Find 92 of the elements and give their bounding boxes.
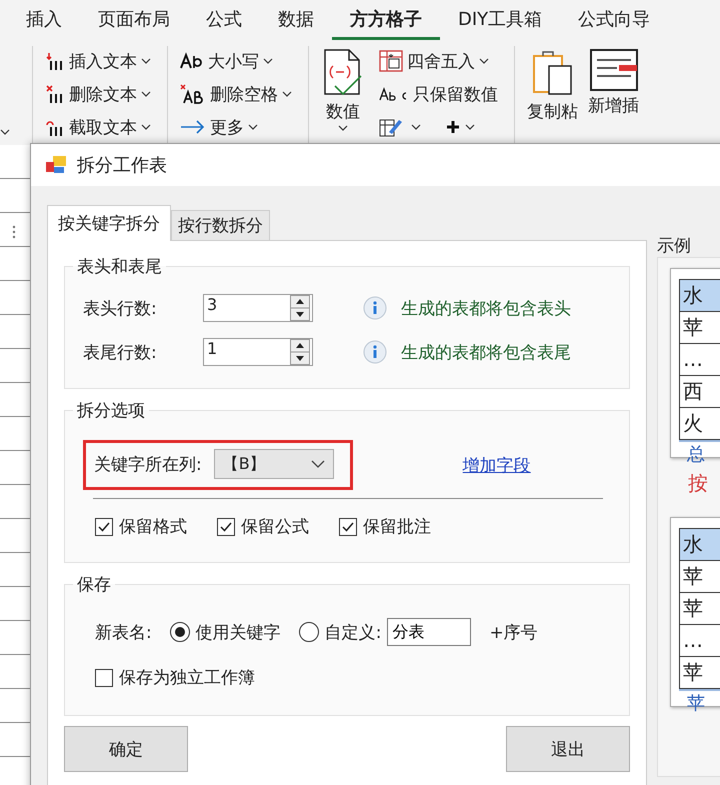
caret-icon	[248, 124, 258, 130]
letters-icon	[379, 87, 409, 101]
suffix-label: +序号	[489, 622, 538, 644]
checkbox[interactable]	[95, 518, 113, 536]
ribbon-tab[interactable]: 公式向导	[560, 0, 668, 40]
caret-icon	[263, 58, 273, 64]
ribbon-tab[interactable]: 公式	[188, 0, 260, 40]
check-mark-icon	[341, 520, 355, 534]
form-icon	[588, 48, 638, 92]
ribbon-button[interactable]: 新增插	[586, 46, 641, 145]
group-title: 表头和表尾	[76, 256, 163, 278]
ribbon-button[interactable]: 复制粘	[525, 46, 580, 145]
caret-icon	[282, 91, 292, 97]
ribbon-button[interactable]: 大小写	[178, 46, 294, 76]
ribbon-button[interactable]: 截取文本	[43, 112, 153, 142]
number-spinner[interactable]: 1	[203, 338, 313, 366]
ribbon-tab[interactable]: 方方格子	[332, 0, 440, 40]
ribbon-button[interactable]: 删除文本	[43, 79, 153, 109]
ribbon-button[interactable]: 删除空格	[178, 79, 294, 109]
checkbox[interactable]	[95, 668, 113, 686]
app-icon	[45, 155, 67, 175]
caret-icon	[479, 58, 489, 64]
caret-icon	[141, 91, 151, 97]
table-cell: 水	[679, 528, 720, 560]
table-cell: 苹	[679, 656, 720, 689]
dialog-button[interactable]: 退出	[506, 726, 630, 772]
caret-icon	[141, 124, 151, 130]
input-field[interactable]: 分表	[387, 618, 472, 646]
radio-button[interactable]	[298, 622, 319, 642]
table-cell: 火	[679, 407, 720, 440]
number-spinner[interactable]: 3	[203, 294, 313, 322]
field-label: 关键字所在列:	[94, 454, 202, 476]
caret-icon	[411, 124, 421, 130]
table-cell: …	[679, 343, 720, 375]
dialog-title: 拆分工作表	[77, 154, 167, 177]
radio-button[interactable]	[170, 622, 190, 642]
ribbon-tab[interactable]: 插入	[8, 0, 80, 40]
hint-text: 生成的表都将包含表尾	[401, 342, 571, 364]
field-label: 表尾行数:	[83, 342, 158, 364]
caption-text: 按	[688, 470, 709, 497]
checkbox[interactable]	[217, 518, 235, 536]
check-mark-icon	[97, 520, 111, 534]
ribbon-button[interactable]: 插入文本	[43, 46, 153, 76]
checkbox-option[interactable]: 保存为独立工作簿	[83, 658, 615, 701]
info-icon	[363, 340, 387, 364]
spinner-arrows-icon[interactable]	[290, 295, 310, 321]
group-title: 拆分选项	[76, 400, 146, 422]
checkbox-option[interactable]: 保留批注	[339, 515, 431, 538]
check-mark-icon	[219, 520, 233, 534]
plus-icon	[445, 119, 461, 135]
ribbon-tab[interactable]: 页面布局	[80, 0, 188, 40]
ribbon-tab[interactable]: DIY工具箱	[440, 0, 560, 40]
info-icon	[363, 296, 387, 320]
checkbox[interactable]	[339, 518, 357, 536]
ribbon-button[interactable]: 只保留数值	[377, 79, 500, 109]
table-cell: 苹	[679, 311, 720, 343]
caret-icon[interactable]	[0, 129, 10, 135]
letters-icon	[180, 52, 204, 70]
checkbox-option[interactable]: 保留公式	[217, 515, 309, 538]
tab[interactable]: 按行数拆分	[171, 210, 270, 240]
ribbon-tab[interactable]: 数据	[260, 0, 332, 40]
hint-text: 生成的表都将包含表头	[401, 298, 571, 320]
caret-icon	[338, 125, 348, 131]
drag-handle-icon	[12, 225, 16, 239]
radio-option[interactable]: 自定义:	[298, 620, 382, 644]
group-title: 示例	[657, 235, 692, 257]
table-cell: 西	[679, 375, 720, 407]
letters-icon	[180, 84, 206, 104]
table-cell: 苹	[679, 592, 720, 624]
spinner-arrows-icon[interactable]	[290, 339, 310, 365]
column-dropdown[interactable]: 【B】	[214, 449, 334, 479]
add-field-link[interactable]: 增加字段	[462, 454, 531, 476]
group-title: 保存	[76, 574, 112, 596]
ribbon-button[interactable]: 更多	[178, 112, 294, 142]
table-icon	[379, 50, 403, 72]
table-cell: 水	[679, 279, 720, 311]
field-label: 新表名:	[95, 622, 152, 644]
numeric-button[interactable]: 数值	[319, 46, 367, 145]
caret-icon	[141, 58, 151, 64]
caret-icon	[465, 124, 475, 130]
text-tool-icon	[45, 84, 65, 104]
chevron-down-icon	[310, 460, 325, 468]
arrow-icon	[180, 120, 206, 134]
table-cell: 苹	[679, 560, 720, 592]
text-tool-icon	[45, 51, 65, 71]
checkbox-option[interactable]: 保留格式	[95, 515, 187, 538]
radio-option[interactable]: 使用关键字	[170, 620, 281, 644]
field-label: 表头行数:	[83, 298, 158, 320]
tab[interactable]: 按关键字拆分	[47, 205, 171, 241]
ribbon-button[interactable]: 四舍五入	[377, 46, 500, 76]
table-cell: …	[679, 624, 720, 656]
dialog-button[interactable]: 确定	[64, 726, 188, 772]
